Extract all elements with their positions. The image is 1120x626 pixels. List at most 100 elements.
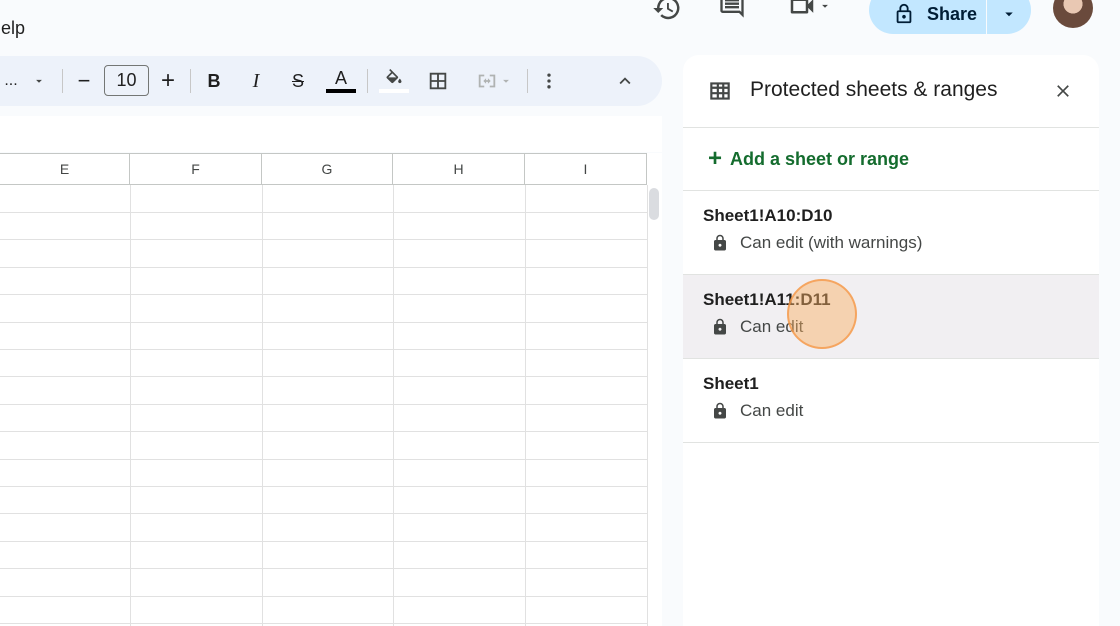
grid-row-line <box>0 349 647 350</box>
italic-button[interactable]: I <box>242 56 270 106</box>
grid-row-line <box>0 596 647 597</box>
menu-help[interactable]: Help <box>0 18 25 39</box>
protected-permission: Can edit (with warnings) <box>711 233 922 253</box>
avatar[interactable] <box>1053 0 1093 28</box>
grid-row-line <box>0 267 647 268</box>
protected-range-name: Sheet1!A10:D10 <box>703 206 833 225</box>
share-main-button[interactable]: Share <box>869 0 987 34</box>
decrease-font-size-button[interactable]: − <box>70 56 98 106</box>
spreadsheet-grid[interactable]: E F G H I <box>0 153 662 626</box>
plus-icon: + <box>160 67 175 94</box>
grid-column-line <box>525 185 526 626</box>
panel-title: Protected sheets & ranges <box>750 78 998 101</box>
column-header-label: G <box>321 161 333 177</box>
protected-item[interactable]: Sheet1 Can edit <box>683 359 1099 443</box>
bold-icon: B <box>207 70 221 91</box>
grid-row-line <box>0 294 647 295</box>
add-sheet-or-range-button[interactable]: + Add a sheet or range <box>683 128 1099 191</box>
permission-label: Can edit (with warnings) <box>740 233 923 252</box>
font-size-input[interactable]: 10 <box>104 65 149 96</box>
borders-button[interactable] <box>424 56 452 106</box>
font-family-ellipsis: ... <box>4 72 18 89</box>
column-header-e[interactable]: E <box>0 153 130 185</box>
text-color-button[interactable]: A <box>325 56 357 106</box>
toolbar-divider <box>367 69 368 93</box>
collapse-toolbar-button[interactable] <box>610 56 640 106</box>
protected-permission: Can edit <box>711 317 803 337</box>
minus-icon: − <box>77 68 91 93</box>
merge-cells-button[interactable] <box>470 56 518 106</box>
column-header-label: E <box>59 161 70 177</box>
bold-button[interactable]: B <box>200 56 228 106</box>
caret-down-icon <box>35 79 42 83</box>
vertical-scrollbar[interactable] <box>649 188 659 220</box>
share-dropdown-button[interactable] <box>987 0 1031 23</box>
italic-icon: I <box>252 69 260 92</box>
lock-icon <box>714 318 726 335</box>
toolbar: ... − 10 + B I S A <box>0 56 662 106</box>
grid-row-line <box>0 459 647 460</box>
grid-row-line <box>0 431 647 432</box>
grid-row-line <box>0 623 647 624</box>
merge-icon <box>478 74 496 88</box>
lock-icon <box>714 234 726 251</box>
toolbar-divider <box>62 69 63 93</box>
text-color-icon: A <box>334 68 347 88</box>
column-header-h[interactable]: H <box>393 153 525 185</box>
grid-row-line <box>0 541 647 542</box>
grid-row-line <box>0 486 647 487</box>
strikethrough-button[interactable]: S <box>284 56 312 106</box>
protected-item[interactable]: Sheet1!A11:D11 Can edit <box>683 275 1099 359</box>
lock-icon <box>896 3 912 24</box>
strikethrough-icon: S <box>291 70 304 91</box>
protected-range-name: Sheet1 <box>703 374 759 393</box>
chevron-up-icon <box>619 77 631 85</box>
permission-label: Can edit <box>740 401 804 420</box>
font-family-select[interactable]: ... <box>0 56 50 106</box>
comment-icon[interactable] <box>718 0 746 18</box>
fill-color-button[interactable] <box>378 56 410 106</box>
grid-row-line <box>0 376 647 377</box>
plus-icon: + <box>708 145 723 172</box>
borders-icon <box>429 72 447 90</box>
grid-column-line <box>130 185 131 626</box>
protected-item[interactable]: Sheet1!A10:D10 Can edit (with warnings) <box>683 191 1099 275</box>
grid-row-line <box>0 513 647 514</box>
formula-bar[interactable] <box>0 116 662 152</box>
chevron-down-icon <box>822 4 828 8</box>
toolbar-divider <box>190 69 191 93</box>
grid-column-line <box>262 185 263 626</box>
video-icon[interactable] <box>786 0 832 18</box>
history-icon[interactable] <box>652 0 682 20</box>
share-button[interactable]: Share <box>869 0 1031 34</box>
add-sheet-or-range-label: Add a sheet or range <box>730 148 910 169</box>
close-icon[interactable] <box>1053 81 1073 101</box>
panel-header: Protected sheets & ranges <box>683 55 1099 128</box>
grid-row-line <box>0 322 647 323</box>
column-header-f[interactable]: F <box>130 153 262 185</box>
column-header-label: F <box>191 161 200 177</box>
protected-range-name: Sheet1!A11:D11 <box>703 290 831 309</box>
lock-icon <box>714 402 726 419</box>
permission-label: Can edit <box>740 317 804 336</box>
table-icon <box>710 82 730 100</box>
paint-bucket-icon <box>386 69 402 84</box>
share-label: Share <box>927 3 978 24</box>
increase-font-size-button[interactable]: + <box>154 56 182 106</box>
protected-ranges-panel: Protected sheets & ranges + Add a sheet … <box>683 55 1099 626</box>
column-header-i[interactable]: I <box>525 153 647 185</box>
font-size-value: 10 <box>116 70 137 90</box>
column-header-label: H <box>453 161 464 177</box>
caret-down-icon <box>503 79 509 83</box>
grid-row-line <box>0 239 647 240</box>
column-header-label: I <box>583 161 588 177</box>
grid-row-line <box>0 404 647 405</box>
fill-color-swatch <box>379 89 409 93</box>
text-color-swatch <box>326 89 356 93</box>
more-options-button[interactable] <box>536 56 562 106</box>
more-vert-icon <box>547 73 551 89</box>
protected-permission: Can edit <box>711 401 803 421</box>
column-header-g[interactable]: G <box>262 153 393 185</box>
grid-column-line <box>393 185 394 626</box>
menu-help-label: Help <box>0 18 26 38</box>
